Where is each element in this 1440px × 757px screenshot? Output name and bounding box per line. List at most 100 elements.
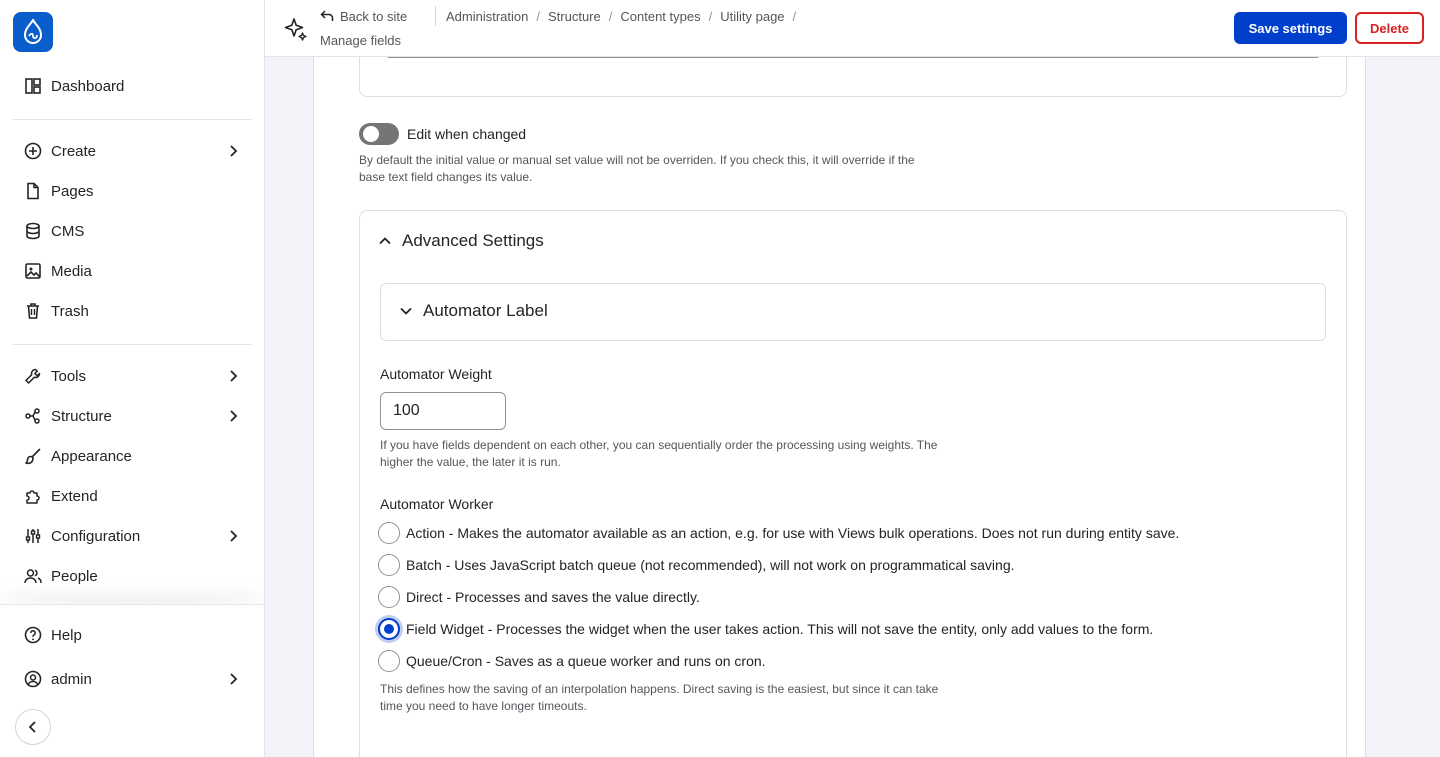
- user-circle-icon: [23, 669, 43, 689]
- back-arrow-icon: [320, 10, 334, 21]
- sidebar-item-media[interactable]: Media: [13, 253, 253, 289]
- help-icon: [23, 625, 43, 645]
- divider: [13, 344, 252, 345]
- advanced-settings-summary[interactable]: Advanced Settings: [378, 229, 544, 253]
- chevron-right-icon: [230, 370, 238, 382]
- drupal-logo-icon[interactable]: [13, 12, 53, 52]
- brush-icon: [23, 446, 43, 466]
- sidebar-item-label: Appearance: [51, 447, 132, 465]
- radio-button[interactable]: [378, 650, 400, 672]
- sidebar-item-tools[interactable]: Tools: [13, 358, 253, 394]
- chevron-right-icon: [230, 145, 238, 157]
- sidebar-item-label: People: [51, 567, 98, 585]
- breadcrumb-separator: /: [792, 8, 797, 24]
- back-to-site-label: Back to site: [340, 8, 408, 24]
- breadcrumb-content-types[interactable]: Content types: [620, 9, 700, 24]
- sidebar-item-extend[interactable]: Extend: [13, 478, 253, 514]
- automator-worker-help: This defines how the saving of an interp…: [380, 681, 938, 715]
- worker-option-action[interactable]: Action - Makes the automator available a…: [378, 521, 1179, 545]
- prompt-textarea[interactable]: [384, 57, 1322, 58]
- worker-option-field-widget[interactable]: Field Widget - Processes the widget when…: [378, 617, 1153, 641]
- wrench-icon: [23, 366, 43, 386]
- sidebar-item-structure[interactable]: Structure: [13, 398, 253, 434]
- structure-icon: [23, 406, 43, 426]
- chevron-down-icon: [400, 307, 412, 315]
- people-icon: [23, 566, 43, 586]
- chevron-right-icon: [230, 530, 238, 542]
- sidebar-item-appearance[interactable]: Appearance: [13, 438, 253, 474]
- save-settings-button[interactable]: Save settings: [1234, 12, 1347, 44]
- sparkle-icon[interactable]: [283, 16, 309, 42]
- back-to-site-link[interactable]: Back to site: [320, 6, 407, 26]
- main-content: Edit when changed By default the initial…: [265, 57, 1440, 757]
- sidebar-item-label: Tools: [51, 367, 87, 385]
- chevron-right-icon: [230, 410, 238, 422]
- radio-label: Action - Makes the automator available a…: [406, 525, 1180, 541]
- sidebar-item-admin[interactable]: admin: [13, 661, 253, 697]
- sidebar-item-label: Help: [51, 626, 82, 644]
- radio-button-selected[interactable]: [378, 618, 400, 640]
- breadcrumb-separator: /: [608, 8, 613, 24]
- chevron-right-icon: [230, 673, 238, 685]
- sidebar-item-configuration[interactable]: Configuration: [13, 518, 253, 554]
- radio-button[interactable]: [378, 586, 400, 608]
- breadcrumb-utility-page[interactable]: Utility page: [720, 9, 784, 24]
- worker-option-direct[interactable]: Direct - Processes and saves the value d…: [378, 585, 700, 609]
- divider: [13, 119, 252, 120]
- puzzle-icon: [23, 486, 43, 506]
- top-bar: Back to site Administration / Structure …: [265, 0, 1440, 57]
- sidebar-item-cms[interactable]: CMS: [13, 213, 253, 249]
- automator-worker-label: Automator Worker: [380, 496, 494, 512]
- toggle-knob: [363, 126, 379, 142]
- help-line: This defines how the saving of an interp…: [380, 682, 939, 696]
- automator-weight-label: Automator Weight: [380, 366, 492, 382]
- page-title: Manage fields: [320, 33, 401, 48]
- edit-when-changed-help: By default the initial value or manual s…: [359, 152, 915, 186]
- sidebar-item-label: Structure: [51, 407, 112, 425]
- sliders-icon: [23, 526, 43, 546]
- image-icon: [23, 261, 43, 281]
- breadcrumb-structure[interactable]: Structure: [548, 9, 601, 24]
- sidebar-item-label: Pages: [51, 182, 94, 200]
- sidebar-item-label: Extend: [51, 487, 98, 505]
- worker-option-batch[interactable]: Batch - Uses JavaScript batch queue (not…: [378, 553, 1015, 577]
- worker-option-queue-cron[interactable]: Queue/Cron - Saves as a queue worker and…: [378, 649, 766, 673]
- radio-label: Field Widget - Processes the widget when…: [406, 621, 1154, 637]
- sidebar-item-create[interactable]: Create: [13, 133, 253, 169]
- plus-circle-icon: [23, 141, 43, 161]
- automator-label-title: Automator Label: [423, 301, 548, 320]
- radio-button[interactable]: [378, 554, 400, 576]
- dashboard-icon: [23, 76, 43, 96]
- sidebar-item-label: Dashboard: [51, 77, 125, 95]
- sidebar-item-dashboard[interactable]: Dashboard: [13, 68, 253, 104]
- upper-fieldset: [359, 57, 1347, 97]
- advanced-settings-title: Advanced Settings: [402, 231, 544, 250]
- automator-label-details: Automator Label: [380, 283, 1326, 341]
- sidebar-item-trash[interactable]: Trash: [13, 293, 253, 329]
- sidebar-item-label: Configuration: [51, 527, 141, 545]
- automator-weight-help: If you have fields dependent on each oth…: [380, 437, 937, 471]
- advanced-settings-details: Advanced Settings Automator Label Automa…: [359, 210, 1347, 757]
- collapse-sidebar-button[interactable]: [15, 709, 51, 745]
- help-line: By default the initial value or manual s…: [359, 153, 915, 167]
- breadcrumb-separator: /: [708, 8, 713, 24]
- breadcrumb-administration[interactable]: Administration: [446, 9, 528, 24]
- sidebar-item-help[interactable]: Help: [13, 617, 253, 653]
- sidebar: Dashboard Create Pages CMS Media Trash T…: [0, 0, 265, 757]
- database-icon: [23, 221, 43, 241]
- edit-when-changed-toggle[interactable]: [359, 123, 399, 145]
- radio-label: Queue/Cron - Saves as a queue worker and…: [406, 653, 766, 669]
- chevron-left-icon: [28, 721, 36, 733]
- sidebar-item-label: CMS: [51, 222, 85, 240]
- radio-button[interactable]: [378, 522, 400, 544]
- automator-label-summary[interactable]: Automator Label: [399, 301, 548, 321]
- help-line: base text field changes its value.: [359, 170, 533, 184]
- edit-when-changed-label: Edit when changed: [407, 126, 527, 142]
- breadcrumb: Administration / Structure / Content typ…: [435, 6, 804, 26]
- delete-button[interactable]: Delete: [1355, 12, 1424, 44]
- sidebar-item-pages[interactable]: Pages: [13, 173, 253, 209]
- automator-weight-input[interactable]: [380, 392, 506, 430]
- trash-icon: [23, 301, 43, 321]
- sidebar-item-label: Media: [51, 262, 92, 280]
- breadcrumb-separator: /: [536, 8, 540, 24]
